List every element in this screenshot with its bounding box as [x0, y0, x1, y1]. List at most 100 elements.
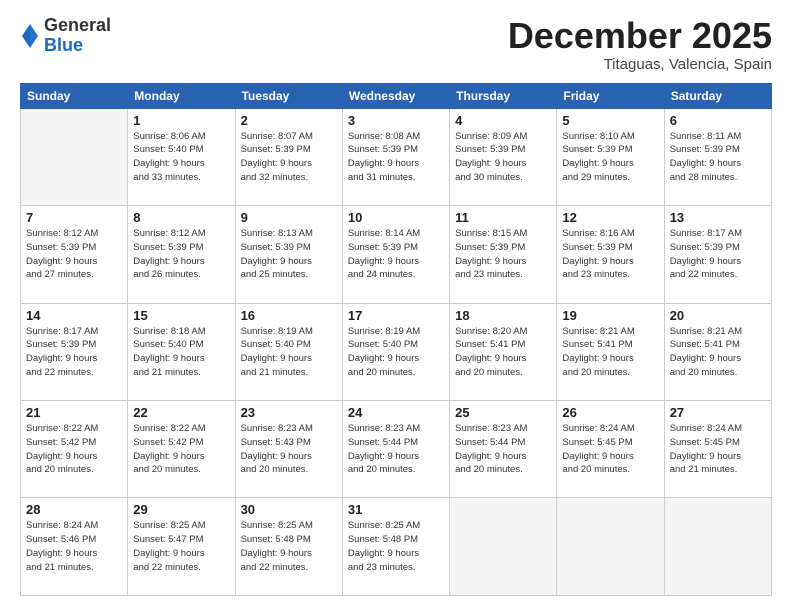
- day-info: Sunrise: 8:23 AMSunset: 5:44 PMDaylight:…: [348, 422, 444, 477]
- day-info: Sunrise: 8:21 AMSunset: 5:41 PMDaylight:…: [562, 325, 658, 380]
- logo-text: General Blue: [44, 16, 111, 56]
- weekday-header: Wednesday: [342, 83, 449, 108]
- day-number: 31: [348, 502, 444, 517]
- calendar-cell: [450, 498, 557, 596]
- weekday-header: Friday: [557, 83, 664, 108]
- weekday-header: Monday: [128, 83, 235, 108]
- day-number: 3: [348, 113, 444, 128]
- calendar-cell: 31Sunrise: 8:25 AMSunset: 5:48 PMDayligh…: [342, 498, 449, 596]
- day-number: 17: [348, 308, 444, 323]
- day-info: Sunrise: 8:25 AMSunset: 5:47 PMDaylight:…: [133, 519, 229, 574]
- calendar-cell: 11Sunrise: 8:15 AMSunset: 5:39 PMDayligh…: [450, 206, 557, 303]
- day-info: Sunrise: 8:12 AMSunset: 5:39 PMDaylight:…: [133, 227, 229, 282]
- calendar-cell: [664, 498, 771, 596]
- day-info: Sunrise: 8:21 AMSunset: 5:41 PMDaylight:…: [670, 325, 766, 380]
- day-number: 14: [26, 308, 122, 323]
- day-info: Sunrise: 8:24 AMSunset: 5:45 PMDaylight:…: [670, 422, 766, 477]
- day-number: 15: [133, 308, 229, 323]
- calendar-cell: 29 Sunrise: 8:25 AMSunset: 5:47 PMDayligh…: [128, 498, 235, 596]
- day-number: 19: [562, 308, 658, 323]
- logo-icon: [20, 22, 40, 50]
- weekday-header: Sunday: [21, 83, 128, 108]
- weekday-header: Saturday: [664, 83, 771, 108]
- calendar-cell: 25 Sunrise: 8:23 AMSunset: 5:44 PMDayligh…: [450, 401, 557, 498]
- calendar-cell: 26Sunrise: 8:24 AMSunset: 5:45 PMDayligh…: [557, 401, 664, 498]
- day-info: Sunrise: 8:12 AMSunset: 5:39 PMDaylight:…: [26, 227, 122, 282]
- calendar-week-row: 28Sunrise: 8:24 AMSunset: 5:46 PMDayligh…: [21, 498, 772, 596]
- day-number: 12: [562, 210, 658, 225]
- day-number: 13: [670, 210, 766, 225]
- calendar-body: 1 Sunrise: 8:06 AMSunset: 5:40 PMDaylight…: [21, 108, 772, 595]
- calendar-week-row: 7 Sunrise: 8:12 AMSunset: 5:39 PMDaylight…: [21, 206, 772, 303]
- day-number: 24: [348, 405, 444, 420]
- day-number: 30: [241, 502, 337, 517]
- day-info: Sunrise: 8:15 AMSunset: 5:39 PMDaylight:…: [455, 227, 551, 282]
- day-info: Sunrise: 8:23 AMSunset: 5:44 PMDaylight:…: [455, 422, 551, 477]
- calendar-cell: 14 Sunrise: 8:17 AMSunset: 5:39 PMDayligh…: [21, 303, 128, 400]
- day-info: Sunrise: 8:19 AMSunset: 5:40 PMDaylight:…: [241, 325, 337, 380]
- day-number: 26: [562, 405, 658, 420]
- day-info: Sunrise: 8:10 AMSunset: 5:39 PMDaylight:…: [562, 130, 658, 185]
- day-info: Sunrise: 8:17 AMSunset: 5:39 PMDaylight:…: [670, 227, 766, 282]
- day-info: Sunrise: 8:07 AMSunset: 5:39 PMDaylight:…: [241, 130, 337, 185]
- calendar-cell: 18Sunrise: 8:20 AMSunset: 5:41 PMDayligh…: [450, 303, 557, 400]
- day-number: 23: [241, 405, 337, 420]
- day-info: Sunrise: 8:18 AMSunset: 5:40 PMDaylight:…: [133, 325, 229, 380]
- day-number: 9: [241, 210, 337, 225]
- day-number: 21: [26, 405, 122, 420]
- calendar-cell: 27 Sunrise: 8:24 AMSunset: 5:45 PMDayligh…: [664, 401, 771, 498]
- calendar-cell: 22 Sunrise: 8:22 AMSunset: 5:42 PMDayligh…: [128, 401, 235, 498]
- day-number: 7: [26, 210, 122, 225]
- day-info: Sunrise: 8:11 AMSunset: 5:39 PMDaylight:…: [670, 130, 766, 185]
- day-info: Sunrise: 8:17 AMSunset: 5:39 PMDaylight:…: [26, 325, 122, 380]
- weekday-header: Thursday: [450, 83, 557, 108]
- calendar-cell: 10Sunrise: 8:14 AMSunset: 5:39 PMDayligh…: [342, 206, 449, 303]
- calendar-cell: 17 Sunrise: 8:19 AMSunset: 5:40 PMDayligh…: [342, 303, 449, 400]
- weekday-header-row: SundayMondayTuesdayWednesdayThursdayFrid…: [21, 83, 772, 108]
- calendar-week-row: 14 Sunrise: 8:17 AMSunset: 5:39 PMDayligh…: [21, 303, 772, 400]
- calendar-cell: 1 Sunrise: 8:06 AMSunset: 5:40 PMDaylight…: [128, 108, 235, 205]
- calendar-cell: 19 Sunrise: 8:21 AMSunset: 5:41 PMDayligh…: [557, 303, 664, 400]
- location: Titaguas, Valencia, Spain: [508, 56, 772, 73]
- calendar-cell: 8 Sunrise: 8:12 AMSunset: 5:39 PMDaylight…: [128, 206, 235, 303]
- calendar-cell: 4Sunrise: 8:09 AMSunset: 5:39 PMDaylight…: [450, 108, 557, 205]
- calendar-cell: 13 Sunrise: 8:17 AMSunset: 5:39 PMDayligh…: [664, 206, 771, 303]
- day-info: Sunrise: 8:09 AMSunset: 5:39 PMDaylight:…: [455, 130, 551, 185]
- logo: General Blue: [20, 16, 111, 56]
- month-title: December 2025: [508, 16, 772, 56]
- day-info: Sunrise: 8:19 AMSunset: 5:40 PMDaylight:…: [348, 325, 444, 380]
- day-number: 2: [241, 113, 337, 128]
- day-number: 8: [133, 210, 229, 225]
- day-number: 6: [670, 113, 766, 128]
- day-info: Sunrise: 8:25 AMSunset: 5:48 PMDaylight:…: [241, 519, 337, 574]
- calendar-cell: 21Sunrise: 8:22 AMSunset: 5:42 PMDayligh…: [21, 401, 128, 498]
- calendar-cell: 16 Sunrise: 8:19 AMSunset: 5:40 PMDayligh…: [235, 303, 342, 400]
- day-info: Sunrise: 8:20 AMSunset: 5:41 PMDaylight:…: [455, 325, 551, 380]
- logo-general: General: [44, 16, 111, 36]
- calendar-cell: 9 Sunrise: 8:13 AMSunset: 5:39 PMDaylight…: [235, 206, 342, 303]
- calendar-week-row: 1 Sunrise: 8:06 AMSunset: 5:40 PMDaylight…: [21, 108, 772, 205]
- day-number: 25: [455, 405, 551, 420]
- day-number: 28: [26, 502, 122, 517]
- day-info: Sunrise: 8:23 AMSunset: 5:43 PMDaylight:…: [241, 422, 337, 477]
- calendar-cell: 5 Sunrise: 8:10 AMSunset: 5:39 PMDaylight…: [557, 108, 664, 205]
- day-info: Sunrise: 8:06 AMSunset: 5:40 PMDaylight:…: [133, 130, 229, 185]
- day-info: Sunrise: 8:13 AMSunset: 5:39 PMDaylight:…: [241, 227, 337, 282]
- calendar-cell: [21, 108, 128, 205]
- logo-blue: Blue: [44, 36, 111, 56]
- day-number: 5: [562, 113, 658, 128]
- day-info: Sunrise: 8:08 AMSunset: 5:39 PMDaylight:…: [348, 130, 444, 185]
- calendar-cell: 2 Sunrise: 8:07 AMSunset: 5:39 PMDaylight…: [235, 108, 342, 205]
- day-number: 22: [133, 405, 229, 420]
- day-number: 29: [133, 502, 229, 517]
- calendar-cell: 3 Sunrise: 8:08 AMSunset: 5:39 PMDaylight…: [342, 108, 449, 205]
- calendar-cell: 20Sunrise: 8:21 AMSunset: 5:41 PMDayligh…: [664, 303, 771, 400]
- day-info: Sunrise: 8:22 AMSunset: 5:42 PMDaylight:…: [133, 422, 229, 477]
- calendar-cell: 12Sunrise: 8:16 AMSunset: 5:39 PMDayligh…: [557, 206, 664, 303]
- day-number: 27: [670, 405, 766, 420]
- title-area: December 2025 Titaguas, Valencia, Spain: [508, 16, 772, 73]
- day-number: 16: [241, 308, 337, 323]
- calendar-cell: 7 Sunrise: 8:12 AMSunset: 5:39 PMDaylight…: [21, 206, 128, 303]
- day-number: 1: [133, 113, 229, 128]
- calendar-week-row: 21 Sunrise: 8:22 AMSunset: 5:42 PMDayligh…: [21, 401, 772, 498]
